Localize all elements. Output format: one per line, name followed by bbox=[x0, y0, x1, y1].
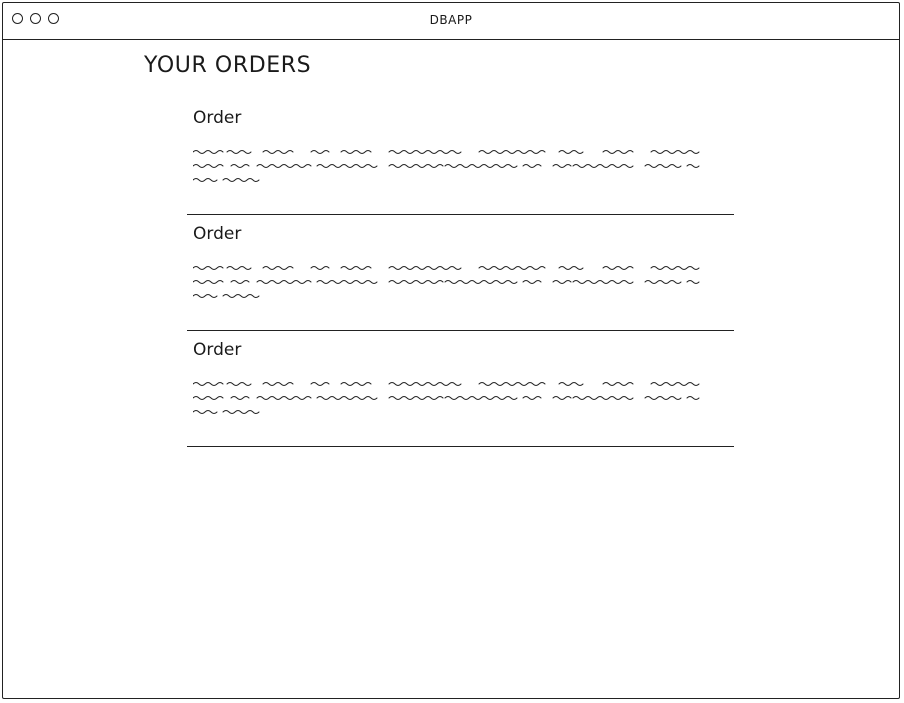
order-item[interactable]: Order bbox=[187, 99, 734, 215]
order-item[interactable]: Order bbox=[187, 215, 734, 331]
page-title: YOUR ORDERS bbox=[144, 53, 312, 78]
order-title: Order bbox=[193, 340, 242, 360]
browser-window: DBAPP YOUR ORDERS Order Order Order bbox=[2, 2, 900, 699]
order-title: Order bbox=[193, 224, 242, 244]
orders-list: Order Order Order bbox=[187, 99, 734, 447]
order-title: Order bbox=[193, 108, 242, 128]
app-title: DBAPP bbox=[429, 13, 473, 27]
order-description-placeholder bbox=[193, 150, 700, 182]
order-item[interactable]: Order bbox=[187, 331, 734, 447]
order-description-placeholder bbox=[193, 266, 700, 298]
order-description-placeholder bbox=[193, 382, 700, 414]
window-titlebar: DBAPP bbox=[3, 3, 899, 40]
